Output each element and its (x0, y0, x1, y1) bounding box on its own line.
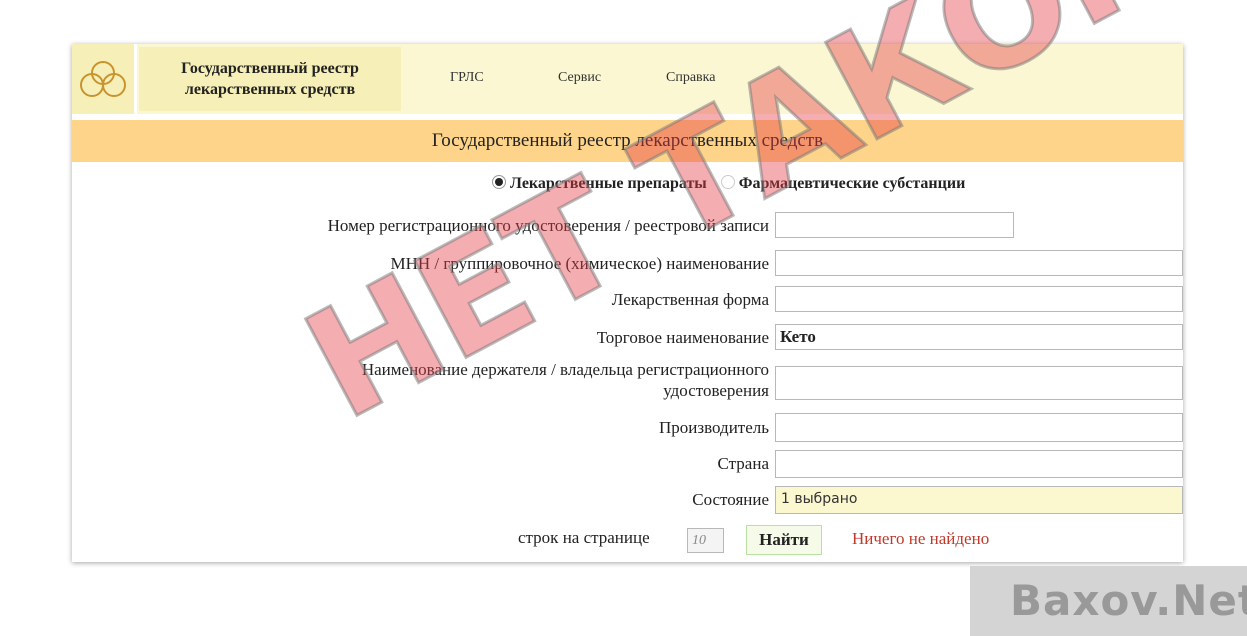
rows-per-page-label: строк на странице (518, 528, 650, 547)
site-watermark: Baxov.Net (970, 566, 1247, 636)
reg-number-label: Номер регистрационного удостоверения / р… (327, 216, 769, 235)
rows-per-page-input[interactable]: 10 (687, 528, 724, 553)
trade-name-label: Торговое наименование (596, 328, 769, 347)
site-title-line2: лекарственных средств (184, 81, 356, 98)
page-banner: Государственный реестр лекарственных сре… (72, 120, 1183, 162)
dosage-form-label: Лекарственная форма (611, 290, 769, 309)
site-title[interactable]: Государственный реестр лекарственных сре… (139, 47, 401, 111)
radio-selected-icon (492, 175, 506, 189)
radio-substances-label: Фармацевтические субстанции (738, 175, 966, 192)
status-label: Состояние (692, 490, 769, 509)
manufacturer-label: Производитель (659, 418, 769, 437)
radio-medicines[interactable]: Лекарственные препараты (492, 175, 707, 192)
mnn-label: МНН / группировочное (химическое) наимен… (390, 254, 769, 273)
country-input[interactable] (775, 450, 1183, 478)
search-button[interactable]: Найти (746, 525, 822, 555)
holder-input[interactable] (775, 366, 1183, 400)
holder-label: Наименование держателя / владельца регис… (362, 359, 769, 401)
manufacturer-input[interactable] (775, 413, 1183, 442)
radio-unselected-icon (720, 175, 735, 189)
holder-label-line1: Наименование держателя / владельца регис… (361, 360, 769, 379)
radio-substances[interactable]: Фармацевтические субстанции (720, 175, 966, 192)
nav-help[interactable]: Справка (666, 70, 715, 86)
holder-label-line2: удостоверения (663, 381, 769, 400)
dosage-form-input[interactable] (775, 286, 1183, 312)
reg-number-input[interactable] (775, 212, 1014, 238)
country-label: Страна (717, 454, 769, 473)
logo[interactable] (72, 44, 137, 114)
status-select[interactable]: 1 выбрано (775, 486, 1183, 514)
trade-name-input[interactable]: Кето (775, 324, 1183, 350)
search-type-group: Лекарственные препараты Фармацевтические… (492, 175, 965, 193)
registry-logo-icon (80, 61, 126, 97)
mnn-input[interactable] (775, 250, 1183, 276)
nav-service[interactable]: Сервис (558, 70, 601, 86)
registry-panel: Государственный реестр лекарственных сре… (72, 44, 1183, 562)
top-navigation-bar: Государственный реестр лекарственных сре… (72, 44, 1183, 114)
nav-grls[interactable]: ГРЛС (450, 70, 484, 86)
radio-medicines-label: Лекарственные препараты (510, 175, 707, 192)
site-title-line1: Государственный реестр (181, 60, 359, 77)
result-message: Ничего не найдено (852, 529, 990, 548)
